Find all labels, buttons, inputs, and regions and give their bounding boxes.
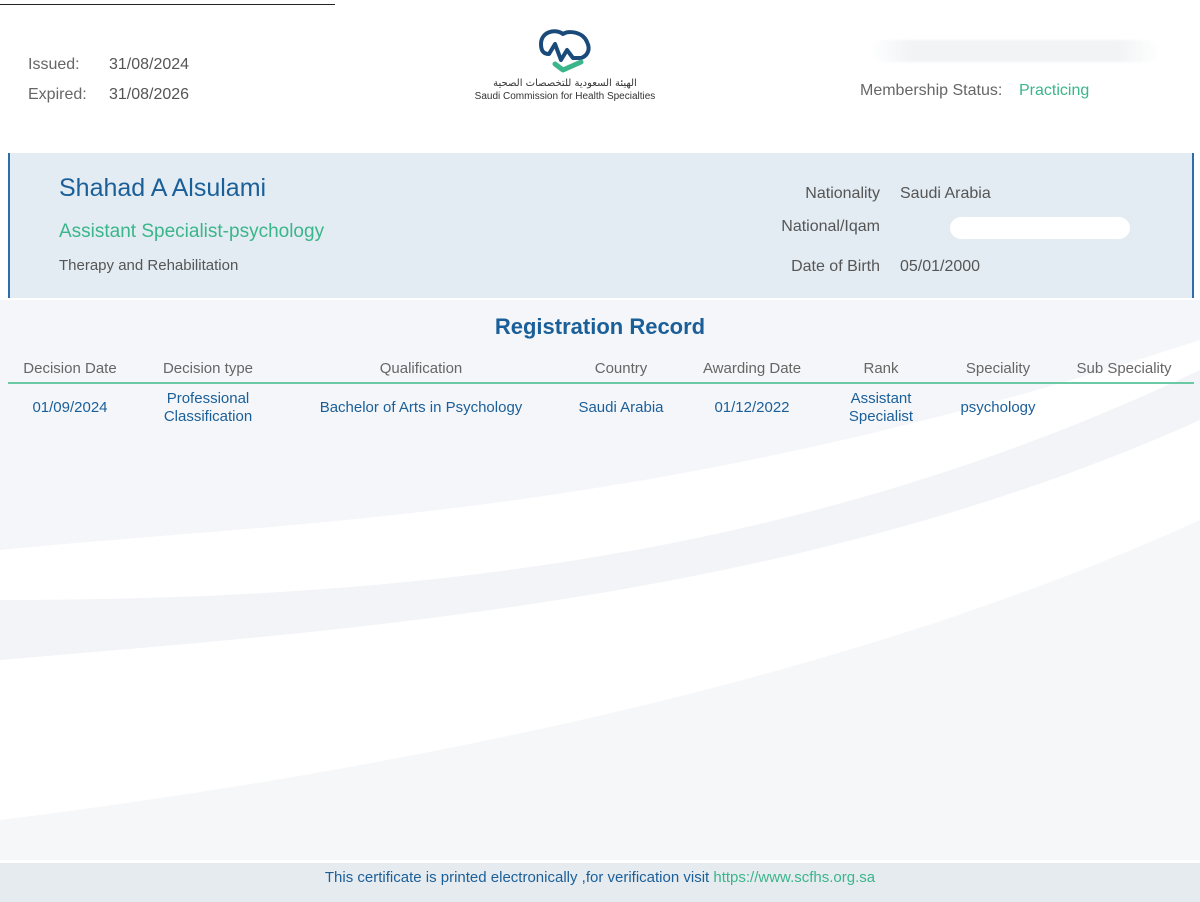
awarding-date-cell: 01/12/2022 [714, 399, 790, 416]
column-header: Speciality [965, 360, 1031, 377]
profile-panel: Shahad A Alsulami Assistant Specialist-p… [8, 153, 1194, 298]
holder-department: Therapy and Rehabilitation [59, 257, 239, 274]
top-rule [0, 4, 335, 5]
column-header: Decision Date [23, 360, 117, 377]
nationality-label: Nationality [805, 185, 880, 202]
logo-arabic-name: الهيئة السعودية للتخصصات الصحية [493, 78, 637, 89]
nationality-value: Saudi Arabia [900, 185, 991, 202]
national-id-label: National/Iqam [781, 218, 880, 235]
membership-status: Membership Status: Practicing [860, 40, 1160, 100]
expired-label: Expired: [28, 86, 87, 103]
column-header: Sub Speciality [1076, 360, 1172, 377]
holder-title: Assistant Specialist-psychology [59, 221, 325, 242]
expired-date: 31/08/2026 [109, 86, 190, 103]
rank-cell: Assistant Specialist [848, 390, 914, 425]
registration-table: Decision Date Decision type Qualificatio… [8, 355, 1194, 432]
speciality-cell: psychology [960, 399, 1036, 416]
dob-value: 05/01/2000 [900, 258, 981, 275]
membership-value: Practicing [1019, 82, 1090, 99]
qualification-cell: Bachelor of Arts in Psychology [319, 399, 523, 416]
registration-title: Registration Record [494, 314, 706, 339]
column-header: Rank [863, 360, 899, 377]
nationality-row: Nationality Saudi Arabia [735, 185, 991, 203]
validity-dates: Issued: 31/08/2024 Expired: 31/08/2026 [28, 50, 189, 110]
dob-row: Date of Birth 05/01/2000 [735, 258, 980, 276]
footer-text: This certificate is printed electronical… [324, 869, 710, 886]
scfhs-emblem-icon [539, 29, 591, 73]
verification-link[interactable]: https://www.scfhs.org.sa [713, 869, 875, 886]
column-header: Qualification [379, 360, 463, 377]
logo-english-name: Saudi Commission for Health Specialties [474, 91, 656, 102]
decision-type-cell: Professional Classification [163, 390, 253, 425]
national-id-row: National/Iqam [735, 218, 900, 236]
redacted-national-id [950, 217, 1130, 239]
holder-name: Shahad A Alsulami [59, 174, 267, 202]
decision-date-cell: 01/09/2024 [32, 399, 108, 416]
footer-bar: This certificate is printed electronical… [0, 863, 1200, 902]
table-header: Decision Date Decision type Qualificatio… [8, 355, 1194, 384]
membership-label: Membership Status: [860, 82, 1003, 99]
column-header: Awarding Date [702, 360, 802, 377]
issued-label: Issued: [28, 56, 80, 73]
redacted-number [870, 40, 1160, 62]
scfhs-logo: الهيئة السعودية للتخصصات الصحية Saudi Co… [470, 26, 660, 112]
column-header: Country [594, 360, 648, 377]
table-row: 01/09/2024 Professional Classification B… [8, 384, 1194, 432]
column-header: Decision type [162, 360, 254, 377]
issued-date: 31/08/2024 [109, 56, 190, 73]
dob-label: Date of Birth [791, 258, 880, 275]
country-cell: Saudi Arabia [578, 399, 664, 416]
